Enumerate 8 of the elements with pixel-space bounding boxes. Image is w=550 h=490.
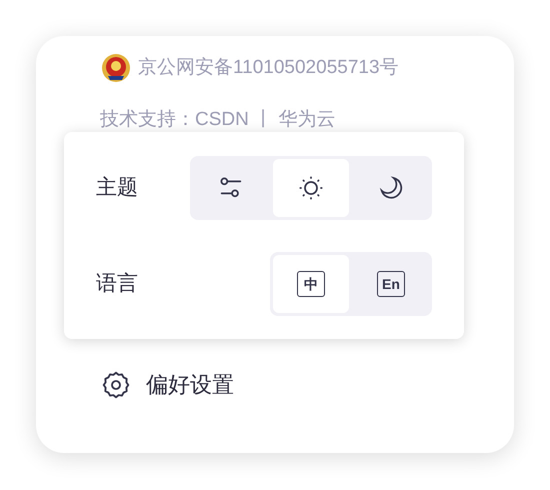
language-option[interactable]: 中 xyxy=(273,255,349,313)
icp-text: 京公网安备11010502055713号 xyxy=(138,56,399,80)
support-text: 技术支持：CSDN 丨 华为云 xyxy=(100,109,336,130)
theme-label: 主题 xyxy=(96,175,138,202)
preferences-item[interactable]: 偏好设置 xyxy=(100,368,234,401)
language-option[interactable]: En xyxy=(353,255,429,313)
emblem-icon xyxy=(100,52,132,84)
language-label: 语言 xyxy=(96,271,138,298)
